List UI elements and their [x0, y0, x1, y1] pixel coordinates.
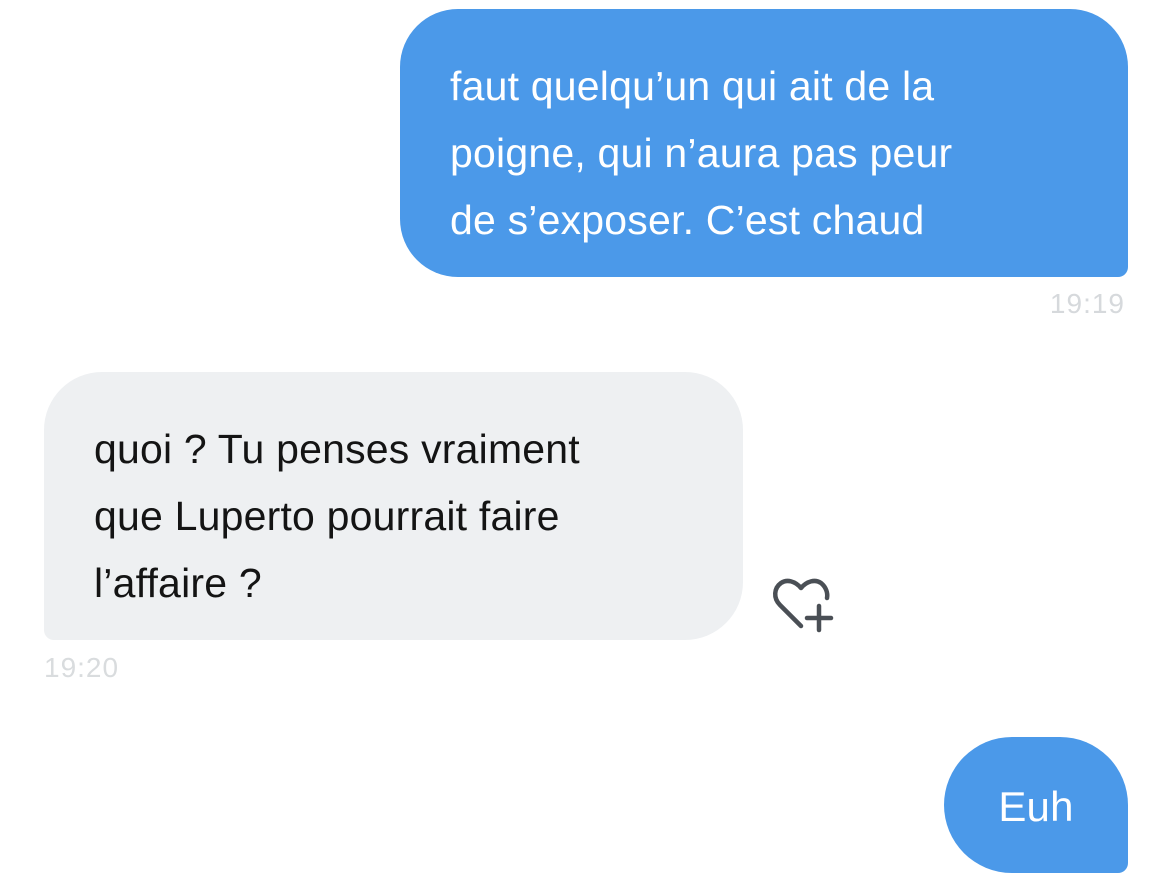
message-bubble-sent[interactable]: Euh [944, 737, 1128, 873]
message-timestamp: 19:19 [1049, 288, 1125, 319]
message-timestamp: 19:20 [44, 652, 120, 683]
message-bubble-sent[interactable]: faut quelqu’un qui ait de la poigne, qui… [400, 9, 1128, 277]
heart-plus-icon [773, 578, 834, 633]
message-bubble-received[interactable]: quoi ? Tu penses vraiment que Luperto po… [44, 372, 743, 640]
conversation-view: faut quelqu’un qui ait de la poigne, qui… [0, 0, 1175, 879]
add-reaction-button[interactable] [772, 576, 836, 636]
